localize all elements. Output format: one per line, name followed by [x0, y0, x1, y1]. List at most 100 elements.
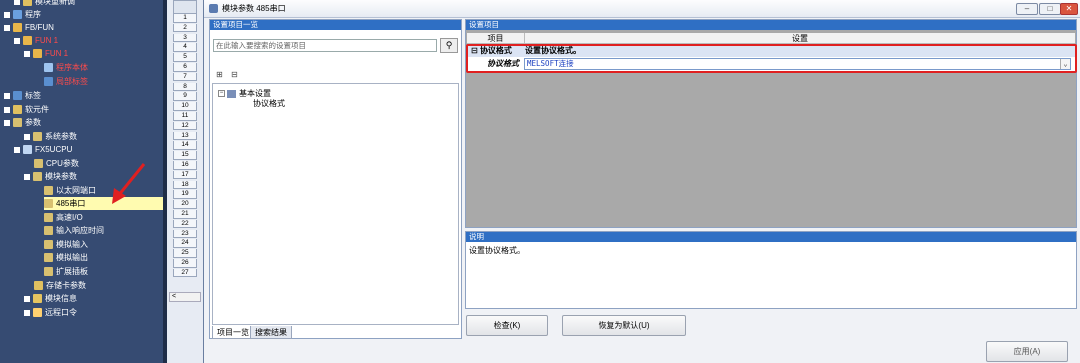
- highlight-box: [466, 44, 1077, 73]
- ladder-row-number: 21: [173, 210, 197, 219]
- collapse-all-icon[interactable]: ⊟: [231, 70, 238, 79]
- tab-search-results[interactable]: 搜索结果: [250, 326, 292, 339]
- expand-toggle-icon[interactable]: [24, 309, 30, 316]
- dev-icon: [23, 0, 32, 6]
- lab-icon: [44, 77, 53, 86]
- par-icon: [34, 159, 43, 168]
- expand-toggle-icon[interactable]: [4, 11, 10, 18]
- tree-item[interactable]: FX5UCPU: [14, 143, 72, 156]
- module-parameter-icon: [209, 4, 218, 13]
- ladder-row-number: 24: [173, 239, 197, 248]
- tree-item[interactable]: FUN 1: [14, 34, 58, 47]
- tree-item[interactable]: 局部标签: [44, 75, 88, 88]
- tree-item[interactable]: 模块信息: [24, 292, 77, 305]
- tree-item[interactable]: 程序: [4, 8, 41, 21]
- expand-toggle-icon[interactable]: [4, 106, 10, 113]
- tab-item-list[interactable]: 项目一览: [212, 326, 254, 339]
- setting-items-header: 设置项目: [466, 20, 1076, 30]
- restore-default-button[interactable]: 恢复为默认(U): [562, 315, 686, 336]
- dev-icon: [13, 105, 22, 114]
- expand-all-icon[interactable]: ⊞: [216, 70, 223, 79]
- description-text: 设置协议格式。: [469, 246, 525, 255]
- tree-item-label: 输入响应时间: [56, 226, 104, 235]
- search-input[interactable]: 在此输入要搜索的设置项目: [213, 39, 437, 52]
- tree-item-label: 扩展插板: [56, 267, 88, 276]
- ladder-row-number: 1: [173, 14, 197, 23]
- tree-item[interactable]: 软元件: [4, 103, 49, 116]
- ladder-row-number: 18: [173, 180, 197, 190]
- tree-item-label: 远程口令: [45, 308, 77, 317]
- tree-item[interactable]: 模块参数: [24, 170, 77, 183]
- tree-item-label: 系统参数: [45, 132, 77, 141]
- close-button[interactable]: ✕: [1060, 3, 1078, 15]
- tree-item[interactable]: 存储卡参数: [34, 279, 86, 292]
- tree-item-label: CPU参数: [46, 159, 79, 168]
- tree-item-label: 程序本体: [56, 63, 88, 72]
- tree-item[interactable]: 高速I/O: [44, 211, 83, 224]
- tree-node-protocol-format[interactable]: 协议格式: [253, 98, 285, 109]
- par-icon: [13, 118, 22, 127]
- ladder-row-number: 16: [173, 161, 197, 170]
- check-button[interactable]: 检查(K): [466, 315, 548, 336]
- tree-item-label: FX5UCPU: [35, 145, 73, 154]
- prog-icon: [13, 10, 22, 19]
- tree-item[interactable]: FB/FUN: [4, 21, 54, 34]
- expand-toggle-icon[interactable]: [14, 0, 20, 5]
- tree-item[interactable]: 以太网端口: [44, 184, 96, 197]
- expand-toggle-icon[interactable]: [24, 173, 30, 180]
- minimize-button[interactable]: –: [1016, 3, 1038, 15]
- binoculars-icon[interactable]: ⚲: [440, 38, 458, 53]
- par-icon: [33, 172, 42, 181]
- tree-item-label: 高速I/O: [56, 213, 83, 222]
- ladder-header: [173, 0, 197, 14]
- maximize-button[interactable]: □: [1039, 3, 1061, 15]
- tree-item[interactable]: 模拟输出: [44, 251, 88, 264]
- window-titlebar: 模块参数 485串口 – □ ✕: [204, 0, 1080, 18]
- tree-item-label: 模块重新调: [35, 0, 75, 6]
- setting-items-panel: 设置项目 项目 设置 ⊟ 协议格式 设置协议格式。 协议格式 MELSOFT连接…: [465, 19, 1077, 228]
- setting-items-tree: − 基本设置 协议格式: [212, 83, 459, 325]
- collapse-icon[interactable]: −: [218, 90, 225, 98]
- tree-item[interactable]: 程序本体: [44, 61, 88, 74]
- rc-icon: [33, 308, 42, 317]
- tree-item[interactable]: 模拟输入: [44, 238, 88, 251]
- tree-item-label: 局部标签: [56, 77, 88, 86]
- expand-toggle-icon[interactable]: [4, 119, 10, 126]
- ladder-row-number: 22: [173, 219, 197, 229]
- ladder-row-number: 17: [173, 170, 197, 180]
- window-title: 模块参数 485串口: [222, 4, 286, 13]
- expand-toggle-icon[interactable]: [24, 50, 30, 57]
- tree-item[interactable]: 参数: [4, 116, 41, 129]
- tree-item-label: 模拟输入: [56, 240, 88, 249]
- apply-button[interactable]: 应用(A): [986, 341, 1068, 362]
- horizontal-scroll-left-icon[interactable]: <: [169, 292, 201, 302]
- tree-item[interactable]: 系统参数: [24, 130, 77, 143]
- expand-toggle-icon[interactable]: [24, 295, 30, 302]
- ladder-row-number: 25: [173, 249, 197, 258]
- tree-item[interactable]: 模块重新调: [14, 0, 75, 8]
- par-icon: [44, 199, 53, 208]
- expand-toggle-icon[interactable]: [4, 24, 10, 31]
- expand-toggle-icon[interactable]: [14, 146, 20, 153]
- expand-toggle-icon[interactable]: [4, 92, 10, 99]
- ladder-row-number: 10: [173, 102, 197, 111]
- ladder-row-number: 13: [173, 131, 197, 141]
- dev-icon: [34, 281, 43, 290]
- ladder-row-number: 20: [173, 200, 197, 209]
- tree-item[interactable]: 扩展插板: [44, 265, 88, 278]
- tree-item[interactable]: 标签: [4, 89, 41, 102]
- tree-item[interactable]: 输入响应时间: [44, 224, 104, 237]
- folder-icon: [23, 36, 32, 45]
- ladder-row-number: 23: [173, 229, 197, 239]
- tree-item[interactable]: 485串口: [44, 197, 163, 210]
- ladder-row-number: 19: [173, 190, 197, 199]
- tree-item-label: 模块信息: [45, 294, 77, 303]
- tree-item[interactable]: 远程口令: [24, 306, 77, 319]
- tree-item[interactable]: FUN 1: [24, 47, 68, 60]
- ladder-row-ruler: < 1 2 3 4 5 6 7 8 9 10 11 12 13 14 15 16 17 18 19 20 21 22 23 2…: [167, 0, 203, 363]
- ladder-row-number: 8: [173, 82, 197, 92]
- tree-item[interactable]: CPU参数: [34, 157, 79, 170]
- expand-toggle-icon[interactable]: [14, 37, 20, 44]
- mod-icon: [44, 63, 53, 72]
- expand-toggle-icon[interactable]: [24, 133, 30, 140]
